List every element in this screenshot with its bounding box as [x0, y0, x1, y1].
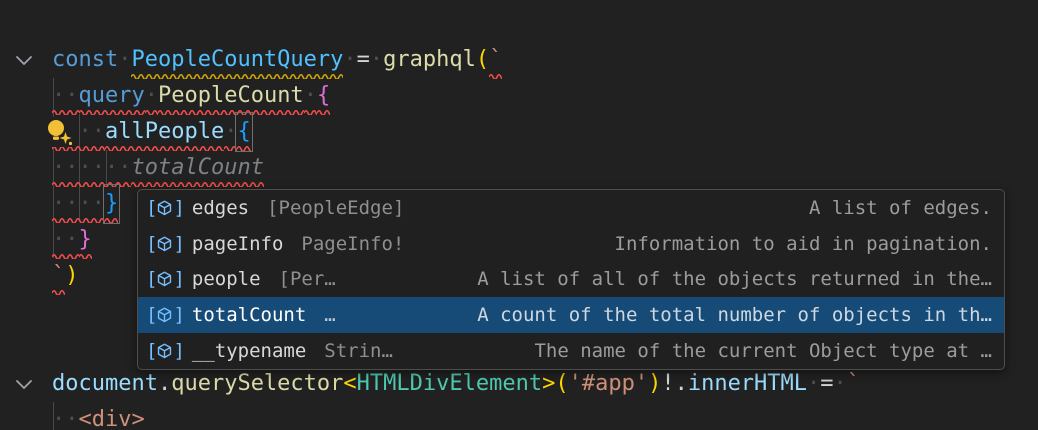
code-token: } — [105, 186, 118, 222]
code-token: const — [52, 42, 118, 78]
code-token: ` — [847, 366, 860, 402]
code-line-blank[interactable] — [0, 6, 1038, 42]
suggest-widget: [] edges [PeopleEdge] A list of edges. [] pag… — [137, 189, 1005, 370]
code-token: HTMLDivElement — [357, 366, 542, 402]
whitespace-dots: · — [145, 78, 158, 114]
code-token: ` — [489, 42, 502, 78]
suggestion-detail: [PeopleEdge] — [267, 197, 404, 219]
field-cube-icon — [157, 271, 172, 287]
code-token: ( — [555, 366, 568, 402]
code-token: ) — [65, 258, 78, 294]
code-line-const[interactable]: const·PeopleCountQuery·=·graphql(` — [0, 42, 1038, 78]
suggestion-label: edges — [192, 197, 249, 219]
whitespace-dots: · — [304, 78, 317, 114]
suggestion-item-edges[interactable]: [] edges [PeopleEdge] A list of edges. — [138, 190, 1004, 226]
whitespace-dots: ·· — [52, 222, 79, 258]
code-token: innerHTML — [688, 366, 807, 402]
code-token: < — [343, 366, 356, 402]
field-icon: [] — [146, 304, 184, 326]
code-token: <div> — [79, 402, 145, 430]
code-token: ! — [661, 366, 674, 402]
code-token: { — [317, 78, 330, 114]
code-line-ghost-totalcount[interactable]: ······totalCount — [0, 150, 1038, 186]
suggestion-detail: Strin… — [324, 340, 393, 362]
suggestion-detail: [Per… — [279, 268, 336, 290]
code-token: } — [79, 222, 92, 258]
whitespace-dots: ·· — [52, 402, 79, 430]
suggestion-label: people — [192, 268, 261, 290]
field-cube-icon — [157, 200, 172, 216]
whitespace-dots: · — [343, 42, 356, 78]
suggestion-label: pageInfo — [192, 233, 284, 255]
field-icon: [] — [146, 197, 184, 219]
code-editor: import·{·graphql·}·from·'./gql'const·Peo… — [0, 0, 1038, 430]
whitespace-dots: · — [807, 366, 820, 402]
suggestion-description: Information to aid in pagination. — [615, 233, 993, 255]
code-line-allpeople[interactable]: ····allPeople·{ — [0, 114, 1038, 150]
suggestion-label: __typename — [192, 340, 306, 362]
code-token: PeopleCount — [158, 78, 304, 114]
code-line-queryselector[interactable]: document.querySelector<HTMLDivElement>('… — [0, 366, 1038, 402]
code-token: . — [158, 366, 171, 402]
code-token: > — [542, 366, 555, 402]
code-token: PeopleCountQuery — [131, 42, 343, 78]
code-line-div-open[interactable]: ··<div> — [0, 402, 1038, 430]
code-token: querySelector — [171, 366, 343, 402]
code-token: totalCount — [131, 150, 263, 186]
code-token: allPeople — [105, 114, 224, 150]
code-token: { — [237, 114, 250, 150]
suggestion-label: totalCount — [192, 304, 306, 326]
suggestion-detail: … — [324, 304, 335, 326]
code-token: document — [52, 366, 158, 402]
whitespace-dots: · — [118, 42, 131, 78]
whitespace-dots: · — [834, 366, 847, 402]
suggestion-item-__typename[interactable]: [] __typename Strin… The name of the curren… — [138, 333, 1004, 369]
whitespace-dots: ······ — [52, 150, 131, 186]
code-token: ` — [52, 258, 65, 294]
whitespace-dots: ···· — [52, 186, 105, 222]
code-token: = — [820, 366, 833, 402]
code-token: query — [79, 78, 145, 114]
suggestion-description: A list of edges. — [809, 197, 992, 219]
suggestion-description: A count of the total number of objects i… — [477, 304, 992, 326]
suggestion-detail: PageInfo! — [301, 233, 404, 255]
whitespace-dots: · — [224, 114, 237, 150]
whitespace-dots: ·· — [52, 78, 79, 114]
field-cube-icon — [157, 307, 172, 323]
code-token: ( — [476, 42, 489, 78]
code-line-query[interactable]: ··query·PeopleCount·{ — [0, 78, 1038, 114]
code-token: graphql — [383, 42, 476, 78]
lightbulb-sparkle-icon[interactable] — [44, 117, 74, 147]
fold-chevron-icon[interactable] — [15, 55, 33, 66]
suggestion-item-pageInfo[interactable]: [] pageInfo PageInfo! Information to aid in… — [138, 226, 1004, 262]
field-icon: [] — [146, 233, 184, 255]
code-token: ) — [648, 366, 661, 402]
field-cube-icon — [157, 236, 172, 252]
suggestion-description: A list of all of the objects returned in… — [477, 268, 992, 290]
field-cube-icon — [157, 343, 172, 359]
code-token: . — [675, 366, 688, 402]
field-icon: [] — [146, 340, 184, 362]
field-icon: [] — [146, 268, 184, 290]
suggestion-description: The name of the current Object type at … — [534, 340, 992, 362]
fold-chevron-icon[interactable] — [15, 379, 33, 390]
code-token: '#app' — [569, 366, 648, 402]
suggestion-item-totalCount[interactable]: [] totalCount … A count of the total number… — [138, 297, 1004, 333]
whitespace-dots: · — [370, 42, 383, 78]
suggestion-item-people[interactable]: [] people [Per… A list of all of the object… — [138, 262, 1004, 298]
code-token: = — [357, 42, 370, 78]
